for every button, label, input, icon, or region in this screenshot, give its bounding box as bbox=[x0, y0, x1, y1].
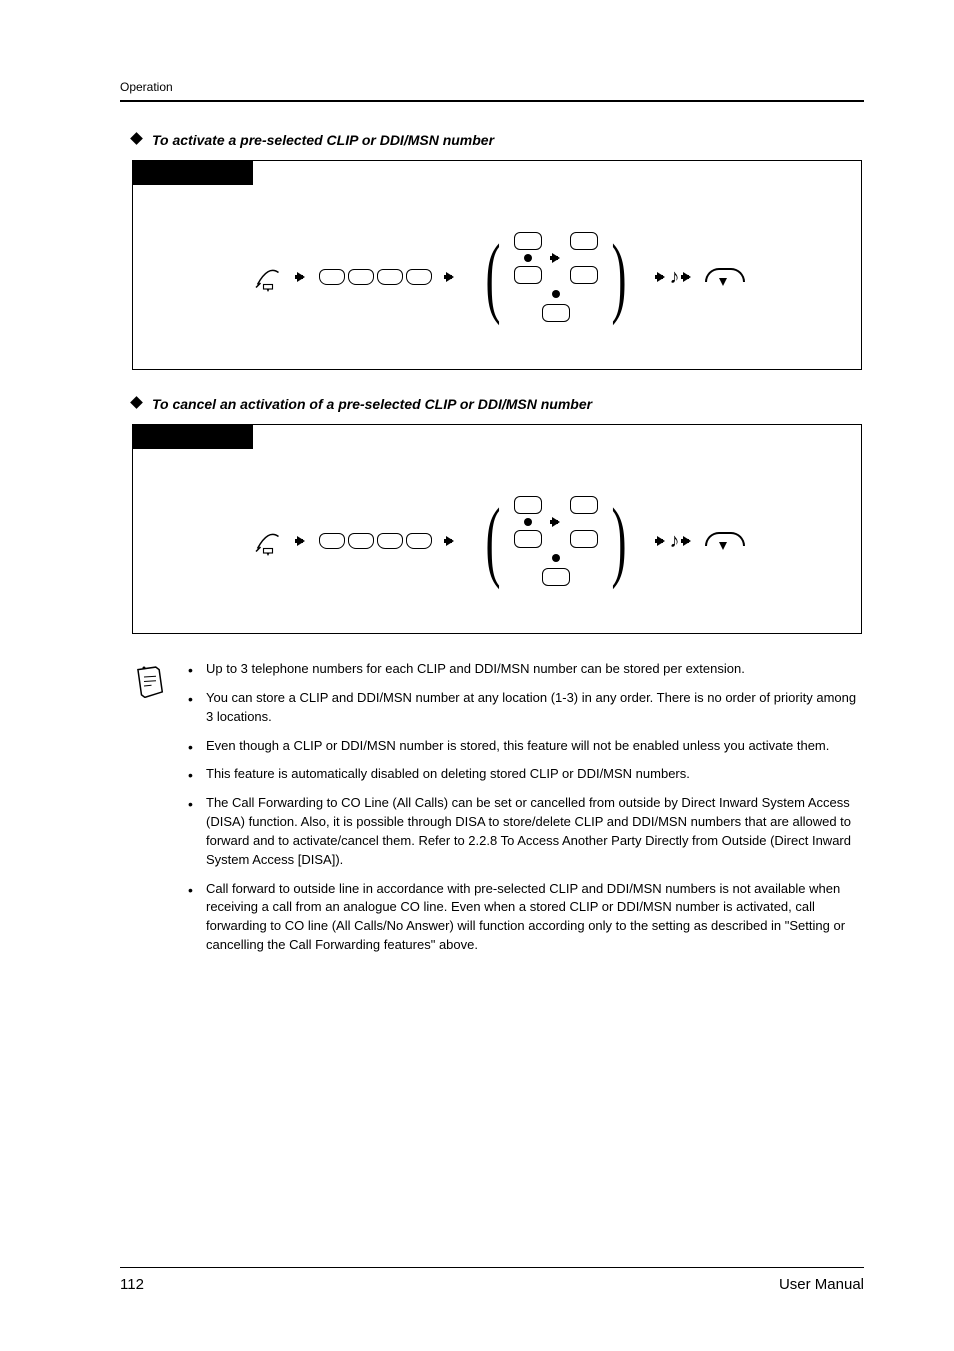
offhook-handset-icon bbox=[253, 526, 283, 556]
confirmation-tone-icon: ♪ bbox=[657, 530, 691, 553]
section-head-cancel: To cancel an activation of a pre-selecte… bbox=[132, 396, 864, 412]
selection-group-icon: ( bbox=[468, 490, 644, 592]
arrow-icon bbox=[446, 272, 454, 282]
note-item: This feature is automatically disabled o… bbox=[188, 765, 864, 784]
arrow-icon bbox=[297, 272, 305, 282]
arrow-icon bbox=[297, 536, 305, 546]
onhook-handset-icon bbox=[705, 530, 741, 552]
header-rule bbox=[120, 100, 864, 102]
page-number: 112 bbox=[120, 1276, 144, 1293]
notes-list: Up to 3 telephone numbers for each CLIP … bbox=[188, 660, 864, 965]
confirmation-tone-icon: ♪ bbox=[657, 266, 691, 289]
note-clipboard-icon bbox=[132, 660, 168, 965]
selection-group-icon: ( bbox=[468, 226, 644, 328]
footer-label: User Manual bbox=[779, 1276, 864, 1293]
notes-block: Up to 3 telephone numbers for each CLIP … bbox=[132, 660, 864, 965]
section-head-activate: To activate a pre-selected CLIP or DDI/M… bbox=[132, 132, 864, 148]
page-footer: 112 User Manual bbox=[120, 1267, 864, 1293]
note-item: The Call Forwarding to CO Line (All Call… bbox=[188, 794, 864, 869]
note-item: Even though a CLIP or DDI/MSN number is … bbox=[188, 737, 864, 756]
running-head: Operation bbox=[120, 80, 864, 94]
keypad-icon bbox=[319, 269, 432, 285]
diamond-bullet-icon bbox=[132, 134, 144, 146]
diagram-body: ( bbox=[133, 185, 861, 369]
diagram-activate: ( bbox=[132, 160, 862, 370]
note-item: Up to 3 telephone numbers for each CLIP … bbox=[188, 660, 864, 679]
arrow-icon bbox=[552, 517, 560, 527]
diagram-label-strip bbox=[133, 161, 253, 185]
diagram-label-strip bbox=[133, 425, 253, 449]
note-item: You can store a CLIP and DDI/MSN number … bbox=[188, 689, 864, 727]
section-title-cancel: To cancel an activation of a pre-selecte… bbox=[152, 396, 592, 412]
diagram-cancel: ( bbox=[132, 424, 862, 634]
keypad-icon bbox=[319, 533, 432, 549]
arrow-icon bbox=[552, 253, 560, 263]
section-title-activate: To activate a pre-selected CLIP or DDI/M… bbox=[152, 132, 494, 148]
onhook-handset-icon bbox=[705, 266, 741, 288]
diagram-body: ( bbox=[133, 449, 861, 633]
arrow-icon bbox=[446, 536, 454, 546]
diamond-bullet-icon bbox=[132, 398, 144, 410]
note-item: Call forward to outside line in accordan… bbox=[188, 880, 864, 955]
offhook-handset-icon bbox=[253, 262, 283, 292]
